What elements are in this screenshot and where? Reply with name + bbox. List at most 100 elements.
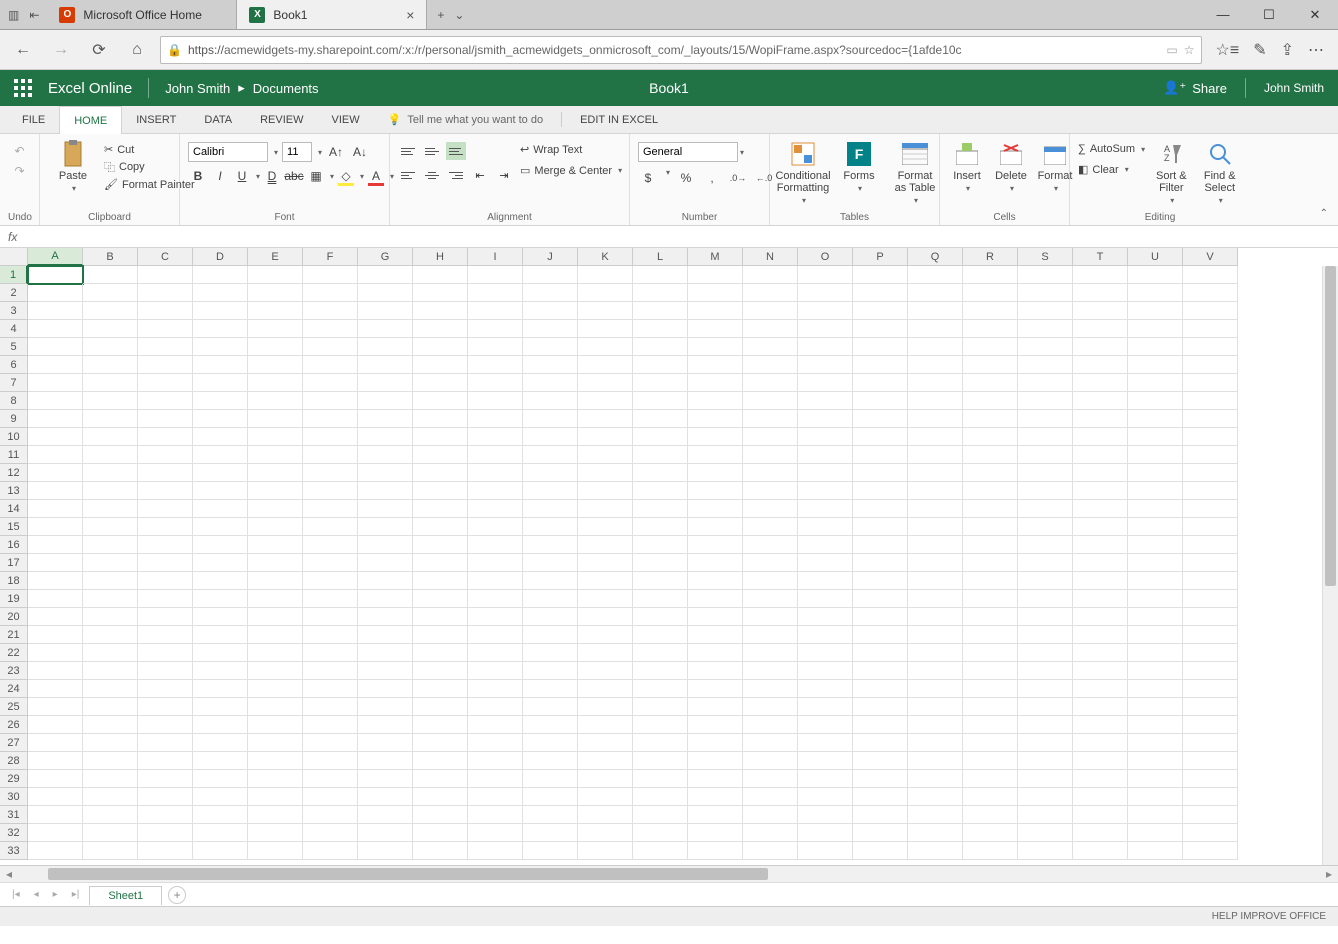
- cell[interactable]: [1073, 554, 1128, 572]
- font-color-button[interactable]: A: [366, 166, 386, 186]
- cell[interactable]: [193, 356, 248, 374]
- cell[interactable]: [523, 608, 578, 626]
- cell[interactable]: [248, 590, 303, 608]
- cell[interactable]: [358, 626, 413, 644]
- cell[interactable]: [798, 788, 853, 806]
- cell[interactable]: [138, 716, 193, 734]
- cell[interactable]: [193, 788, 248, 806]
- cell[interactable]: [853, 644, 908, 662]
- cell[interactable]: [413, 770, 468, 788]
- maximize-button[interactable]: ☐: [1246, 0, 1292, 29]
- cell[interactable]: [853, 428, 908, 446]
- align-left-button[interactable]: [398, 166, 418, 184]
- cell[interactable]: [853, 806, 908, 824]
- cell[interactable]: [248, 842, 303, 860]
- cell[interactable]: [523, 428, 578, 446]
- cell[interactable]: [1018, 284, 1073, 302]
- cell[interactable]: [688, 428, 743, 446]
- cell[interactable]: [468, 590, 523, 608]
- cell[interactable]: [1018, 698, 1073, 716]
- cell[interactable]: [908, 392, 963, 410]
- cell[interactable]: [1183, 590, 1238, 608]
- browser-tab-book1[interactable]: X Book1 ×: [237, 0, 427, 29]
- cell[interactable]: [83, 680, 138, 698]
- cell[interactable]: [1018, 626, 1073, 644]
- cell[interactable]: [798, 482, 853, 500]
- underline-button[interactable]: U: [232, 166, 252, 186]
- cell[interactable]: [963, 806, 1018, 824]
- cell[interactable]: [83, 446, 138, 464]
- comma-button[interactable]: ,: [702, 168, 722, 188]
- cell[interactable]: [798, 626, 853, 644]
- cell[interactable]: [908, 752, 963, 770]
- cell[interactable]: [83, 338, 138, 356]
- cell[interactable]: [303, 374, 358, 392]
- cell[interactable]: [963, 698, 1018, 716]
- cell[interactable]: [743, 554, 798, 572]
- cell[interactable]: [743, 356, 798, 374]
- cell[interactable]: [798, 500, 853, 518]
- cell[interactable]: [688, 374, 743, 392]
- cell[interactable]: [1128, 590, 1183, 608]
- cell[interactable]: [468, 662, 523, 680]
- cell[interactable]: [633, 284, 688, 302]
- row-header[interactable]: 6: [0, 356, 28, 374]
- cell[interactable]: [743, 716, 798, 734]
- cell[interactable]: [798, 824, 853, 842]
- cell[interactable]: [28, 284, 83, 302]
- cell[interactable]: [303, 266, 358, 284]
- cell[interactable]: [908, 806, 963, 824]
- horizontal-scroll-thumb[interactable]: [48, 868, 768, 880]
- cell[interactable]: [908, 788, 963, 806]
- add-sheet-button[interactable]: +: [168, 886, 186, 904]
- cell[interactable]: [523, 464, 578, 482]
- cell[interactable]: [798, 284, 853, 302]
- cell[interactable]: [523, 842, 578, 860]
- clear-button[interactable]: ◧Clear▾: [1078, 162, 1145, 177]
- cell[interactable]: [28, 320, 83, 338]
- cell[interactable]: [1018, 842, 1073, 860]
- column-header[interactable]: I: [468, 248, 523, 266]
- row-header[interactable]: 11: [0, 446, 28, 464]
- cell[interactable]: [83, 284, 138, 302]
- cell[interactable]: [853, 410, 908, 428]
- cell[interactable]: [303, 320, 358, 338]
- cell[interactable]: [963, 518, 1018, 536]
- cell[interactable]: [523, 806, 578, 824]
- sheet-tab-sheet1[interactable]: Sheet1: [89, 886, 162, 905]
- cell[interactable]: [83, 320, 138, 338]
- cell[interactable]: [83, 770, 138, 788]
- cell[interactable]: [303, 716, 358, 734]
- cell[interactable]: [1128, 500, 1183, 518]
- cell[interactable]: [138, 770, 193, 788]
- cell[interactable]: [1018, 662, 1073, 680]
- cell[interactable]: [413, 410, 468, 428]
- cell[interactable]: [578, 554, 633, 572]
- cell[interactable]: [1073, 572, 1128, 590]
- cell[interactable]: [1073, 446, 1128, 464]
- cell[interactable]: [193, 266, 248, 284]
- cell[interactable]: [1128, 356, 1183, 374]
- cell[interactable]: [908, 374, 963, 392]
- row-header[interactable]: 32: [0, 824, 28, 842]
- cell[interactable]: [358, 518, 413, 536]
- cell[interactable]: [688, 320, 743, 338]
- url-box[interactable]: 🔒 https://acmewidgets-my.sharepoint.com/…: [160, 36, 1202, 64]
- cell[interactable]: [468, 608, 523, 626]
- cell[interactable]: [193, 752, 248, 770]
- cell[interactable]: [303, 482, 358, 500]
- cell[interactable]: [303, 536, 358, 554]
- cell[interactable]: [523, 734, 578, 752]
- row-header[interactable]: 15: [0, 518, 28, 536]
- cell[interactable]: [1018, 374, 1073, 392]
- cell[interactable]: [908, 608, 963, 626]
- cell[interactable]: [138, 644, 193, 662]
- cell[interactable]: [633, 752, 688, 770]
- cell[interactable]: [963, 536, 1018, 554]
- cell[interactable]: [688, 446, 743, 464]
- row-header[interactable]: 19: [0, 590, 28, 608]
- cell[interactable]: [1183, 356, 1238, 374]
- row-header[interactable]: 7: [0, 374, 28, 392]
- cell[interactable]: [743, 698, 798, 716]
- cell[interactable]: [743, 734, 798, 752]
